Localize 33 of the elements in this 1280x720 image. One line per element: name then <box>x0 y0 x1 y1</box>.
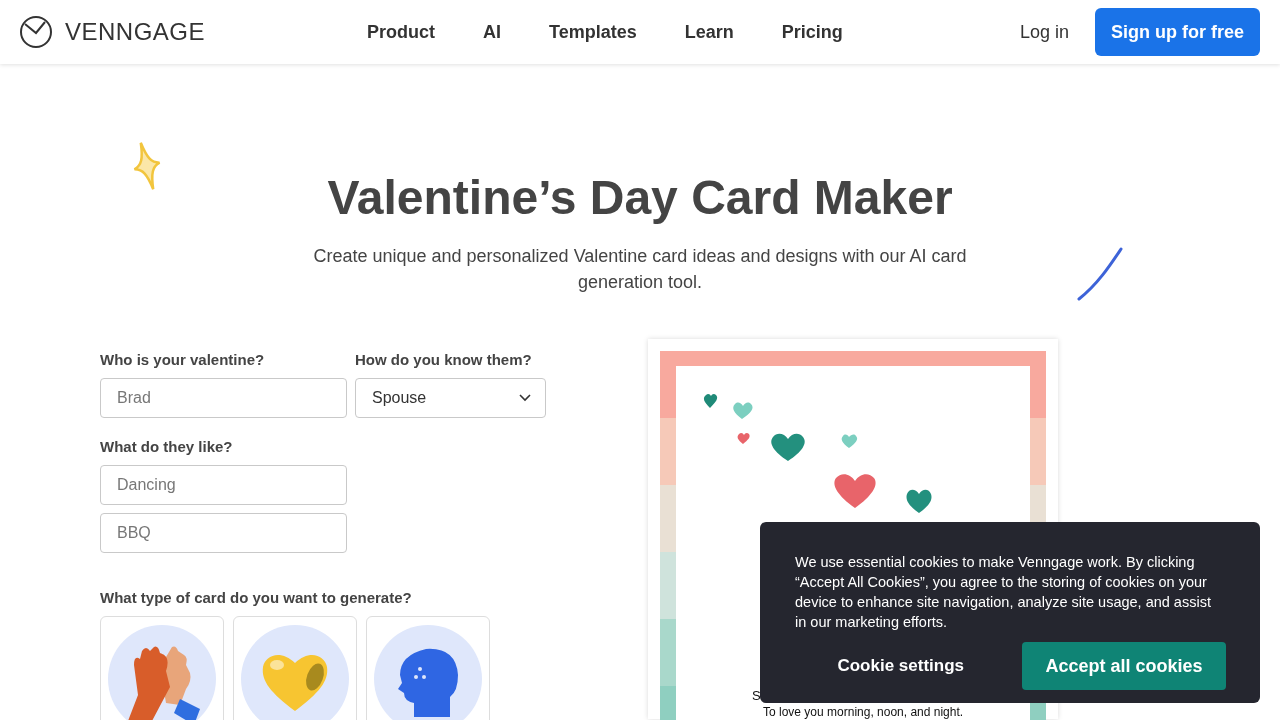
nav-link[interactable]: Pricing <box>757 21 867 43</box>
field-label: How do you know them? <box>355 351 533 368</box>
card-text-line: S <box>752 687 762 705</box>
heart-icon <box>241 625 349 720</box>
nav-link[interactable]: Learn <box>660 21 758 43</box>
card-type-option[interactable] <box>233 616 357 720</box>
field-label: What type of card do you want to generate? <box>100 589 413 606</box>
name-input-field[interactable]: Brad <box>100 378 347 418</box>
cookie-notice-text: We use essential cookies to make Venngage work. By clicking “Accept All Cookies”, you agree to the storing of cookies on your device to enhance site navigation, analyze site usage, and assist in our marketing efforts. <box>795 553 1212 632</box>
login-link[interactable]: Log in <box>1019 21 1069 43</box>
card-type-option[interactable] <box>100 616 224 720</box>
head-profile-icon <box>374 625 482 720</box>
card-type-option[interactable] <box>366 616 490 720</box>
signup-button[interactable]: Sign up for free <box>1095 8 1260 56</box>
field-label: Who is your valentine? <box>100 351 266 368</box>
card-text-line: To love you morning, noon, and night. <box>762 705 965 719</box>
sparkle-icon <box>132 140 162 192</box>
high-five-hands-icon <box>108 625 216 720</box>
relation-dropdown[interactable]: Spouse <box>355 378 546 418</box>
interest-input-field[interactable]: Dancing <box>100 465 347 505</box>
nav-link[interactable]: Templates <box>525 21 661 43</box>
nav-link[interactable]: Product <box>367 21 459 43</box>
brand-name[interactable]: VENNGAGE <box>65 18 206 46</box>
logo-icon[interactable] <box>19 15 53 49</box>
interest-input-field[interactable]: BBQ <box>100 513 347 553</box>
accept-cookies-button[interactable]: Accept all cookies <box>1022 642 1226 690</box>
brush-stroke-icon <box>1076 246 1124 302</box>
page-title: Valentine’s Day Card Maker <box>326 170 954 225</box>
page-subtitle: Create unique and personalized Valentine card ideas and designs with our AI card generation tool. <box>312 245 968 294</box>
chevron-down-icon <box>519 394 531 402</box>
nav-link[interactable]: AI <box>459 21 525 43</box>
cookie-settings-button[interactable]: Cookie settings <box>831 655 970 677</box>
field-label: What do they like? <box>100 438 234 455</box>
